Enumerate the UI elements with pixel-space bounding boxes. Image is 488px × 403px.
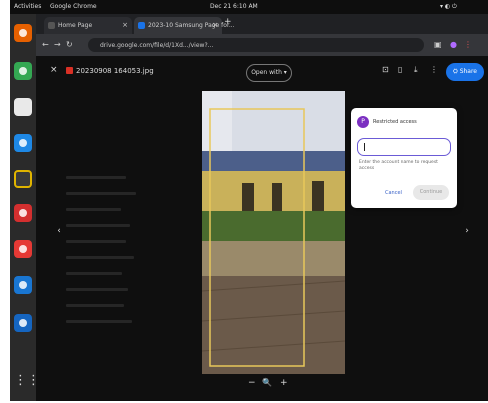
system-status-icons[interactable]: ▾ ◐ ⏻: [440, 3, 457, 11]
file-viewer: × 20230908 164053.jpg Open with ▾ ⊡ ▯ ⤓ …: [36, 56, 488, 401]
text-cursor: [364, 143, 365, 151]
zoom-in-button[interactable]: +: [280, 378, 288, 388]
close-viewer-icon[interactable]: ×: [50, 65, 58, 75]
media-icon[interactable]: [14, 240, 32, 258]
account-avatar: P: [357, 116, 369, 128]
settings-icon[interactable]: [14, 314, 32, 332]
background-list-item: [66, 208, 121, 211]
background-list-item: [66, 176, 126, 179]
background-list-item: [66, 288, 128, 291]
firefox-icon[interactable]: [14, 24, 32, 42]
screen: Activities Google Chrome Dec 21 6:10 AM …: [10, 0, 488, 401]
background-list-item: [66, 256, 134, 259]
background-list-item: [66, 192, 136, 195]
chrome-icon[interactable]: [14, 62, 32, 80]
close-tab-icon[interactable]: ×: [122, 21, 128, 29]
circle-app-icon[interactable]: [14, 276, 32, 294]
forward-icon[interactable]: →: [54, 40, 61, 49]
document-icon[interactable]: [14, 134, 32, 152]
tab-home[interactable]: Home Page ×: [44, 17, 132, 34]
url-field[interactable]: drive.google.com/file/d/1Xd.../view?...: [88, 38, 424, 52]
photo-image: [202, 91, 345, 374]
continue-button[interactable]: Continue: [413, 185, 449, 200]
apps-grid-icon[interactable]: ⋮⋮: [14, 372, 40, 390]
address-bar: ← → ↻ drive.google.com/file/d/1Xd.../vie…: [36, 34, 488, 56]
system-top-bar: Activities Google Chrome Dec 21 6:10 AM …: [10, 0, 488, 14]
access-request-dialog: P Restricted access Enter the account na…: [351, 108, 457, 208]
cancel-button[interactable]: Cancel: [385, 190, 402, 196]
dock: ⋮⋮: [10, 14, 40, 401]
tab-bar: Home Page × 2023-10 Samsung Page for... …: [36, 14, 488, 34]
background-list-item: [66, 304, 124, 307]
tab-favicon-icon: [48, 22, 55, 29]
pdf-icon[interactable]: [14, 204, 32, 222]
reload-icon[interactable]: ↻: [66, 40, 73, 49]
background-list-item: [66, 224, 130, 227]
update-icon[interactable]: ⋮: [464, 40, 472, 49]
extensions-icon[interactable]: ▣: [434, 40, 442, 49]
close-tab-icon[interactable]: ×: [212, 21, 218, 29]
profile-icon[interactable]: ●: [450, 40, 457, 49]
dialog-hint: Enter the account name to request access: [359, 160, 438, 171]
files-icon[interactable]: [14, 98, 32, 116]
next-file-icon[interactable]: ›: [460, 226, 474, 242]
background-list-item: [66, 272, 122, 275]
account-input[interactable]: [357, 138, 451, 156]
background-list-item: [66, 240, 126, 243]
tab-favicon-icon: [138, 22, 145, 29]
activities-button[interactable]: Activities: [14, 3, 41, 10]
add-shortcut-icon[interactable]: ⊡: [382, 65, 389, 74]
zoom-controls: − 🔍 +: [246, 378, 292, 392]
share-button[interactable]: ⛭ Share: [446, 63, 484, 81]
dialog-title: Restricted access: [373, 119, 417, 125]
tab-label: Home Page: [58, 22, 93, 29]
background-list-item: [66, 320, 132, 323]
tab-active[interactable]: 2023-10 Samsung Page for... ×: [134, 17, 235, 34]
previous-file-icon[interactable]: ‹: [52, 226, 66, 242]
zoom-icon: 🔍: [262, 378, 272, 387]
app-menu[interactable]: Google Chrome: [50, 3, 97, 10]
photo-preview: [202, 91, 345, 374]
new-tab-button[interactable]: +: [224, 17, 236, 34]
clock[interactable]: Dec 21 6:10 AM: [210, 3, 258, 10]
print-icon[interactable]: ▯: [398, 65, 402, 74]
download-icon[interactable]: ⤓: [414, 65, 418, 75]
image-file-icon: [66, 67, 73, 74]
open-with-button[interactable]: Open with ▾: [246, 64, 292, 82]
file-name: 20230908 164053.jpg: [76, 67, 154, 75]
more-options-icon[interactable]: ⋮: [430, 65, 438, 74]
viewer-toolbar: × 20230908 164053.jpg Open with ▾ ⊡ ▯ ⤓ …: [36, 56, 488, 86]
tab-label: 2023-10 Samsung Page for...: [148, 22, 235, 29]
zoom-out-button[interactable]: −: [248, 378, 256, 388]
back-icon[interactable]: ←: [42, 40, 49, 49]
shield-icon[interactable]: [14, 170, 32, 188]
